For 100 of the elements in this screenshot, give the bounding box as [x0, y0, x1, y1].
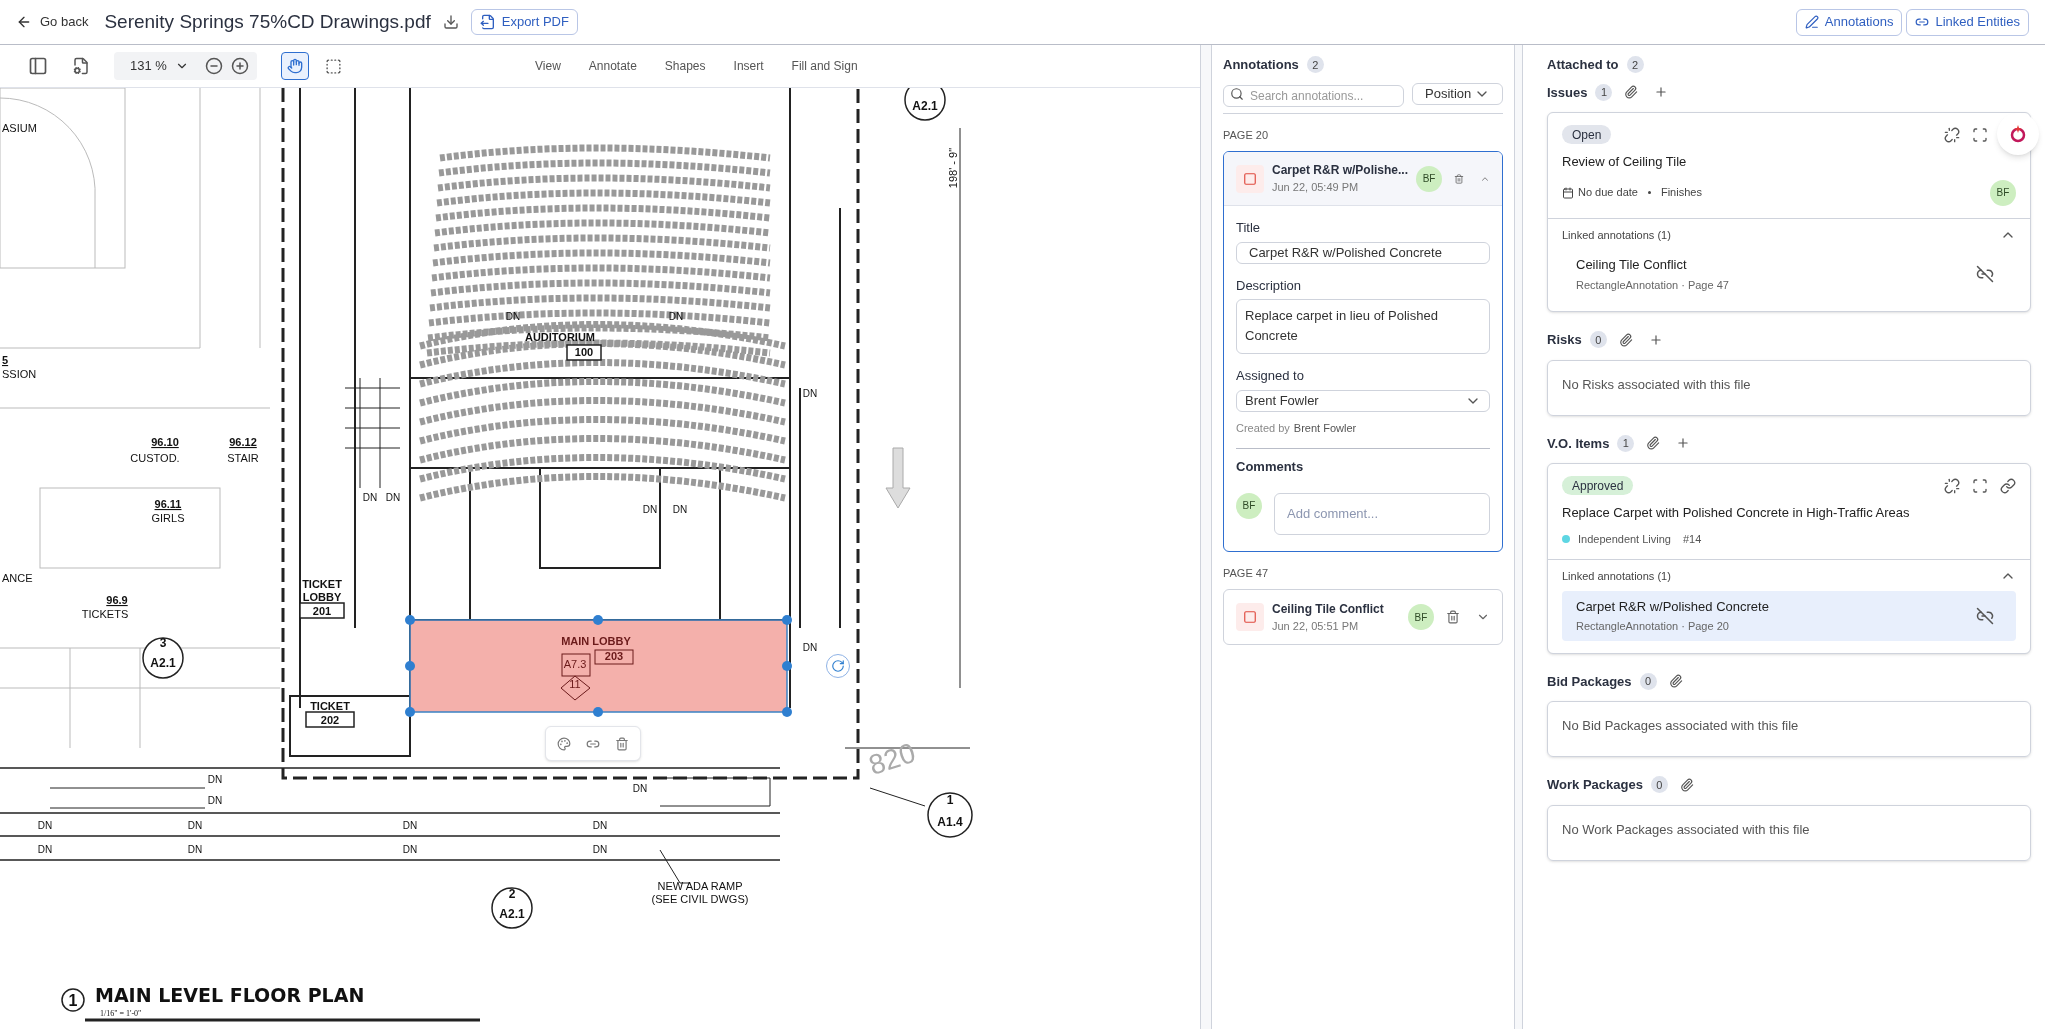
unlink-icon[interactable] [1976, 265, 1994, 283]
count-badge: 2 [1306, 56, 1324, 74]
trash-icon[interactable] [1454, 171, 1464, 186]
search-field[interactable]: Search annotations... [1223, 84, 1404, 107]
paperclip-icon[interactable] [1668, 674, 1683, 689]
unlink-icon[interactable] [1944, 126, 1960, 143]
unlink-icon[interactable] [1976, 606, 1994, 625]
item-number: #14 [1682, 531, 1702, 547]
annotation-card[interactable]: Ceiling Tile Conflict Jun 22, 05:51 PM BF [1223, 589, 1503, 645]
down-label: DN [207, 774, 223, 785]
down-label: DN [802, 388, 818, 399]
menu-tab[interactable]: Shapes [664, 57, 706, 75]
user-avatar: BF [1236, 492, 1262, 519]
menu-tab[interactable]: Fill and Sign [791, 57, 858, 75]
field-label: Assigned to [1236, 367, 1305, 385]
download-icon[interactable] [442, 14, 459, 30]
linked-annotation-row[interactable]: Carpet R&R w/Polished Concrete RectangleAnnotation · Page 20 [1562, 590, 2016, 641]
sort-select[interactable]: Position [1412, 82, 1503, 105]
selection-tool-icon[interactable] [324, 57, 342, 75]
add-icon[interactable] [1654, 85, 1669, 100]
panel-toggle-button[interactable]: Annotations [1795, 8, 1903, 36]
room-label: (SEE CIVIL DWGS) [651, 893, 749, 905]
resize-handle[interactable] [1200, 45, 1212, 1029]
drawing-number: 1 [68, 992, 78, 1009]
room-number: 201 [312, 605, 332, 617]
paperclip-icon[interactable] [1618, 332, 1633, 347]
down-label: DN [672, 504, 688, 515]
room-label: TICKET [310, 700, 350, 712]
sidebar-toggle-icon[interactable] [28, 56, 48, 76]
paperclip-icon[interactable] [1624, 85, 1639, 100]
page-heading: PAGE 20 [1223, 127, 1270, 143]
creator-name: Brent Fowler [1293, 420, 1357, 436]
rectangle-annotation[interactable] [405, 615, 792, 717]
expand-icon[interactable] [1972, 477, 1988, 494]
rotate-handle[interactable] [826, 654, 850, 678]
section-tag: A2.1 [150, 656, 176, 670]
document-settings-icon[interactable] [72, 57, 90, 75]
created-by-label: Created by [1236, 420, 1290, 436]
export-pdf-button[interactable]: Export PDF [470, 9, 578, 35]
expand-icon[interactable] [1972, 126, 1988, 143]
linked-annotations-label: Linked annotations (1) [1562, 569, 1671, 584]
user-avatar: BF [1408, 604, 1434, 630]
scale-label: 1/16" = 1'-0" [100, 1009, 142, 1018]
section-title: V.O. Items [1547, 434, 1610, 453]
calendar-icon [1562, 186, 1574, 199]
section-tag: A1.4 [937, 815, 963, 829]
linked-annotations-label: Linked annotations (1) [1562, 227, 1671, 243]
down-label: DN [402, 844, 418, 855]
trash-icon[interactable] [1446, 610, 1460, 624]
back-button[interactable]: Go back [16, 12, 89, 32]
section-title: Risks [1547, 331, 1582, 349]
down-label: DN [385, 492, 401, 503]
dimension-label: 198' - 9" [947, 147, 959, 189]
linked-annotation-title: Carpet R&R w/Polished Concrete [1576, 597, 1770, 616]
add-icon[interactable] [1648, 332, 1663, 347]
room-label: GIRLS [151, 512, 185, 524]
status-badge: Approved [1562, 476, 1634, 495]
down-label: DN [642, 504, 658, 515]
down-label: DN [207, 795, 223, 806]
elevation-label: 820 [865, 737, 920, 781]
section-tag: 2 [508, 887, 516, 901]
room-label: STAIR [227, 452, 259, 464]
panel-title: Attached to [1547, 56, 1619, 74]
trash-icon[interactable] [614, 736, 629, 751]
palette-icon[interactable] [557, 736, 572, 751]
pan-tool-button[interactable] [280, 52, 309, 80]
menu-tab[interactable]: View [535, 57, 561, 75]
add-icon[interactable] [1676, 436, 1691, 451]
zoom-in-icon[interactable] [230, 57, 249, 75]
paperclip-icon[interactable] [1646, 436, 1661, 451]
room-number: 96.11 [154, 498, 182, 510]
menu-tab[interactable]: Insert [733, 57, 764, 75]
annotation-title: Ceiling Tile Conflict [1272, 600, 1385, 618]
menu-tab[interactable]: Annotate [588, 57, 637, 75]
comment-field[interactable]: Add comment... [1274, 492, 1490, 535]
room-number: 100 [574, 346, 594, 358]
unlink-icon[interactable] [1944, 477, 1960, 494]
down-label: DN [37, 844, 53, 855]
resize-handle[interactable] [1515, 45, 1523, 1029]
project-name: Independent Living [1578, 531, 1671, 547]
annotation-card[interactable] [1223, 151, 1503, 552]
linked-annotation-meta: RectangleAnnotation · Page 47 [1576, 277, 1730, 293]
rectangle-annotation-icon [1236, 603, 1264, 631]
down-label: DN [37, 820, 53, 831]
room-number: 96.9 [106, 594, 128, 606]
section-title: Work Packages [1547, 776, 1643, 794]
assignee-select[interactable]: Brent Fowler [1236, 389, 1490, 412]
linked-annotation-row[interactable]: Ceiling Tile Conflict RectangleAnnotation · Page 47 [1562, 249, 2016, 299]
section-tag: 3 [159, 636, 167, 650]
paperclip-icon[interactable] [1679, 777, 1694, 792]
zoom-out-icon[interactable] [204, 57, 223, 75]
panel-toggle-button[interactable]: Linked Entities [1906, 8, 2029, 36]
room-label: AUDITORIUM [524, 331, 596, 343]
description-field[interactable]: Replace carpet in lieu of Polished Concrete [1236, 299, 1490, 354]
title-field[interactable]: Carpet R&R w/Polished Concrete [1236, 241, 1490, 264]
link-icon[interactable] [2000, 477, 2016, 494]
due-date: No due date [1578, 185, 1638, 201]
section-tag: A2.1 [499, 907, 525, 921]
count-badge: 0 [1589, 331, 1607, 349]
room-label: ANCE [2, 572, 33, 584]
